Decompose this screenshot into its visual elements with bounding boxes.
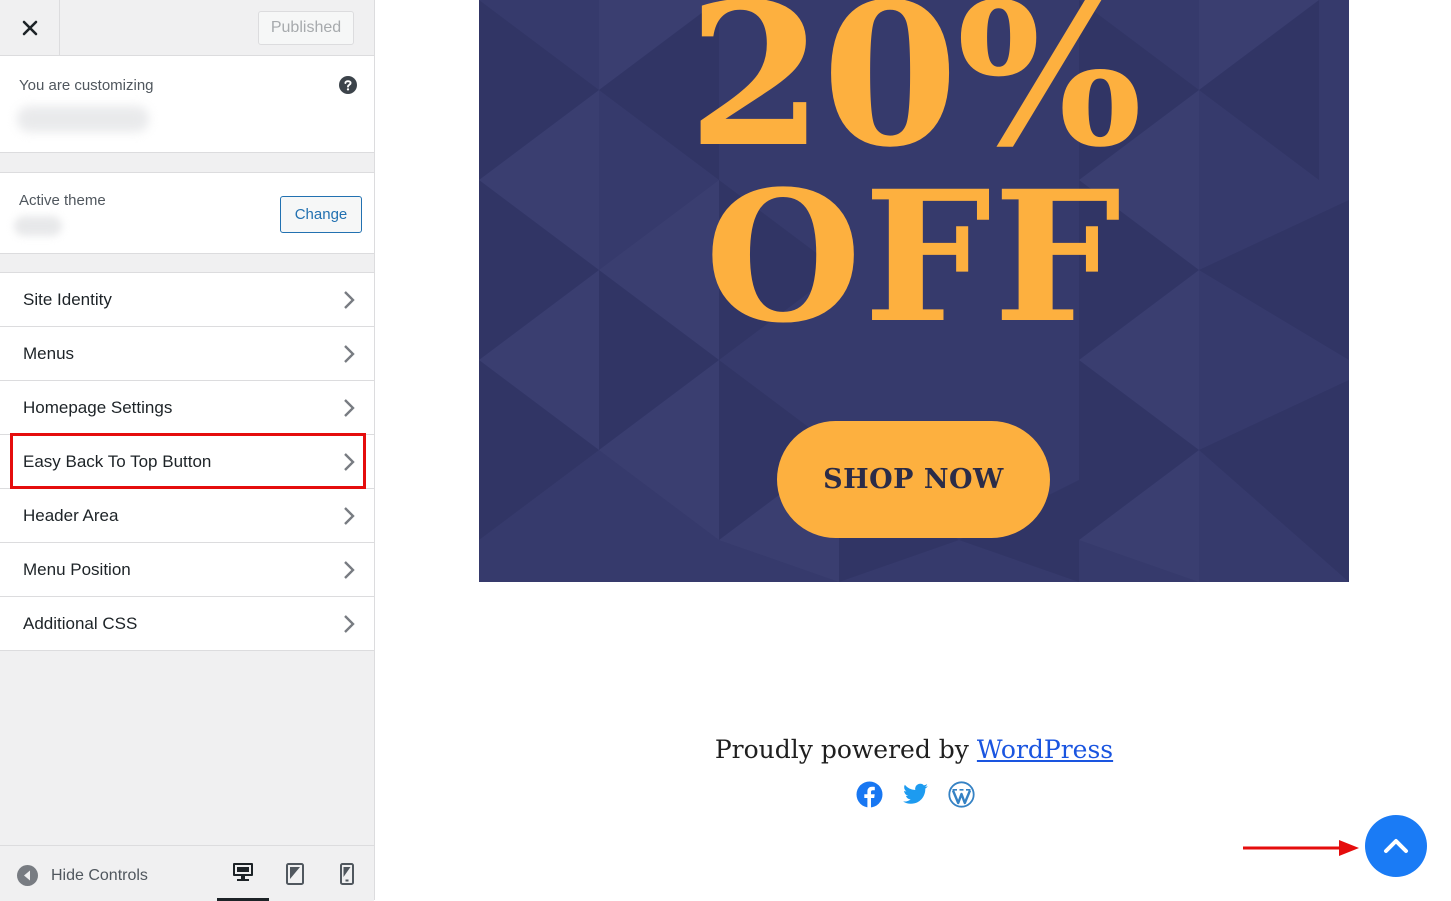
hide-controls-label: Hide Controls	[51, 866, 148, 884]
site-title-blurred	[17, 106, 149, 132]
theme-name-blurred	[14, 216, 62, 236]
chevron-right-icon	[344, 615, 355, 633]
hide-controls-button[interactable]: Hide Controls	[17, 865, 148, 886]
chevron-up-icon	[1384, 839, 1408, 853]
chevron-right-icon	[344, 291, 355, 309]
panel-label: Site Identity	[23, 290, 112, 309]
panel-label: Menus	[23, 344, 75, 363]
panel-label: Additional CSS	[23, 614, 138, 633]
panel-label: Menu Position	[23, 560, 131, 579]
mobile-icon	[340, 862, 354, 885]
wordpress-icon[interactable]	[948, 781, 975, 808]
change-theme-button[interactable]: Change	[280, 196, 362, 233]
close-customizer-button[interactable]	[0, 0, 60, 55]
panel-label: Header Area	[23, 506, 119, 525]
active-theme-label: Active theme	[19, 192, 106, 209]
social-links	[856, 781, 975, 808]
panel-easy-back-to-top-button[interactable]: Easy Back To Top Button	[0, 435, 374, 489]
footer-credit: Proudly powered by WordPress	[479, 735, 1349, 764]
customizer-footer: Hide Controls	[0, 845, 374, 901]
panel-label: Easy Back To Top Button	[23, 452, 212, 471]
tablet-icon	[286, 862, 304, 885]
panel-additional-css[interactable]: Additional CSS	[0, 597, 374, 651]
promo-banner: 20% OFF SHOP NOW	[479, 0, 1349, 582]
panel-homepage-settings[interactable]: Homepage Settings	[0, 381, 374, 435]
powered-by-text: Proudly powered by	[714, 735, 969, 764]
chevron-right-icon	[344, 453, 355, 471]
customizing-label: You are customizing	[19, 77, 154, 94]
promo-percent-text: 20%	[687, 0, 1143, 191]
close-icon	[22, 20, 37, 35]
desktop-icon	[233, 863, 253, 881]
preview-tablet-button[interactable]	[269, 846, 321, 901]
shop-now-button[interactable]: SHOP NOW	[777, 421, 1050, 538]
preview-desktop-button[interactable]	[217, 846, 269, 901]
customizer-header: Published	[0, 0, 374, 56]
chevron-right-icon	[344, 507, 355, 525]
chevron-right-icon	[344, 399, 355, 417]
customizer-sidebar: Published You are customizing Active the…	[0, 0, 375, 901]
chevron-right-icon	[344, 345, 355, 363]
panel-menu-position[interactable]: Menu Position	[0, 543, 374, 597]
question-circle-icon[interactable]	[339, 76, 357, 94]
panel-menus[interactable]: Menus	[0, 327, 374, 381]
arrow-left-circle-icon	[17, 865, 38, 886]
facebook-icon[interactable]	[856, 781, 883, 808]
wordpress-link[interactable]: WordPress	[977, 735, 1113, 764]
red-arrow-annotation	[1243, 840, 1359, 856]
panel-header-area[interactable]: Header Area	[0, 489, 374, 543]
panel-site-identity[interactable]: Site Identity	[0, 273, 374, 327]
back-to-top-button[interactable]	[1365, 815, 1427, 877]
customizer-panel-list: Site Identity Menus Homepage Settings Ea…	[0, 272, 374, 651]
publish-button[interactable]: Published	[258, 11, 354, 45]
chevron-right-icon	[344, 561, 355, 579]
preview-mobile-button[interactable]	[321, 846, 373, 901]
customizing-info: You are customizing	[0, 56, 374, 153]
twitter-icon[interactable]	[902, 781, 929, 808]
panel-label: Homepage Settings	[23, 398, 173, 417]
promo-off-text: OFF	[704, 152, 1124, 363]
active-theme-section: Active theme Change	[0, 172, 374, 254]
